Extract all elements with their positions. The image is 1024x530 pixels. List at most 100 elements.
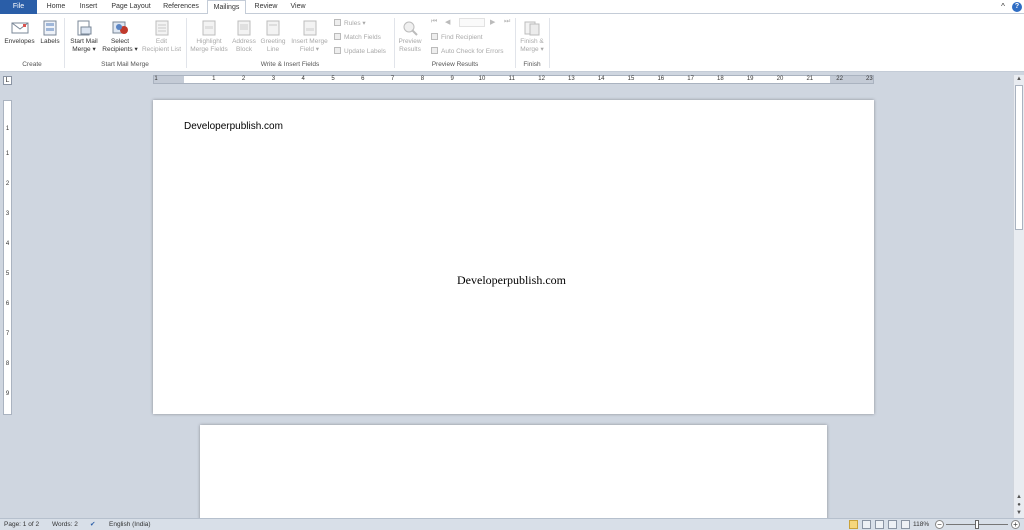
proofing-icon[interactable]: ✔ [90,519,95,530]
document-page-envelope[interactable]: Developerpublish.com Developerpublish.co… [153,100,874,414]
greeting-line-icon [266,20,280,36]
ruler-number: 6 [361,76,365,82]
horizontal-ruler[interactable]: 1 1 2 3 4 5 6 7 8 9 10 11 12 13 14 15 16 17 18 19 20 21 22 23 [153,75,874,84]
recipients-icon [112,21,128,34]
web-layout-icon[interactable] [875,520,884,529]
greeting-line-label-2: Line [266,46,280,53]
labels-button[interactable]: Labels [38,20,62,46]
zoom-out-icon[interactable]: − [935,520,944,529]
rules-button[interactable]: Rules ▾ [334,19,366,28]
document-page-2[interactable] [200,425,827,520]
tab-selector-icon[interactable]: L [3,76,12,85]
help-icon[interactable]: ? [1012,2,1022,12]
labels-icon [43,20,57,36]
envelopes-label: Envelopes [4,38,35,45]
full-screen-reading-icon[interactable] [862,520,871,529]
finish-merge-label-2: Merge [520,46,539,53]
address-block-label-2: Block [236,46,252,53]
ruler-number: 9 [5,391,10,397]
ruler-number: 18 [717,76,724,82]
finish-merge-button[interactable]: Finish & Merge ▾ [517,20,547,54]
ruler-number: 8 [5,361,10,367]
highlight-label-2: Merge Fields [190,46,228,53]
tab-home[interactable]: Home [41,0,71,14]
tab-view[interactable]: View [285,0,311,14]
ruler-number: 3 [5,211,10,217]
language-indicator[interactable]: English (India) [109,519,151,530]
highlight-label-1: Highlight [196,38,222,45]
outline-view-icon[interactable] [888,520,897,529]
first-record-icon[interactable]: ⏮ [431,18,437,26]
envelopes-button[interactable]: Envelopes [3,20,36,46]
ruler-number: 23 [866,76,873,82]
last-record-icon[interactable]: ⏭ [504,18,510,26]
update-labels-icon [334,47,341,54]
tab-mailings[interactable]: Mailings [207,0,246,15]
tab-references[interactable]: References [158,0,204,14]
return-address[interactable]: Developerpublish.com [184,121,283,132]
vertical-scrollbar[interactable]: ▲ ▲ ● ▼ [1013,75,1024,518]
select-recipients-label-1: Select [110,38,130,45]
tab-review[interactable]: Review [249,0,283,14]
group-divider [549,18,550,68]
ruler-number: 11 [508,76,515,82]
ruler-number: 19 [746,76,754,82]
tab-page-layout[interactable]: Page Layout [106,0,156,14]
ruler-number: 5 [331,76,335,82]
auto-check-errors-button[interactable]: Auto Check for Errors [431,47,504,56]
insert-merge-field-label-2: Field [299,46,314,53]
scroll-down-page-icon[interactable]: ▼ [1014,509,1024,517]
edit-recipient-list-button[interactable]: Edit Recipient List [139,20,184,54]
insert-merge-field-button[interactable]: Insert Merge Field ▾ [288,20,331,54]
match-fields-button[interactable]: Match Fields [334,33,381,42]
scroll-up-page-icon[interactable]: ▲ [1014,493,1024,501]
print-layout-view-icon[interactable] [849,520,858,529]
select-recipients-label-2: Recipients [102,46,133,53]
next-record-icon[interactable]: ▶ [490,18,495,26]
start-mail-merge-button[interactable]: Start Mail Merge ▾ [66,20,102,54]
preview-results-button[interactable]: Preview Results [396,20,424,54]
page-count[interactable]: Page: 1 of 2 [4,519,39,530]
record-navigator: ⏮ ◀ ▶ ⏭ [431,18,515,27]
previous-record-icon[interactable]: ◀ [445,18,450,26]
ruler-number: 5 [5,271,10,277]
tab-insert[interactable]: Insert [73,0,104,14]
rules-icon [334,19,341,26]
ruler-number: 16 [657,76,665,82]
highlight-merge-fields-button[interactable]: Highlight Merge Fields [188,20,230,54]
update-labels-button[interactable]: Update Labels [334,47,386,56]
group-divider [186,18,187,68]
word-count[interactable]: Words: 2 [52,519,78,530]
select-recipients-button[interactable]: Select Recipients ▾ [102,20,138,54]
ruler-number: 7 [390,76,395,82]
address-block-button[interactable]: Address Block [230,20,258,54]
zoom-in-icon[interactable]: + [1011,520,1020,529]
delivery-address[interactable]: Developerpublish.com [457,273,566,288]
ruler-number: 20 [776,76,784,82]
scroll-thumb[interactable] [1015,85,1023,230]
ruler-number: 8 [420,76,425,82]
ruler-number: 22 [836,76,843,82]
record-number-input[interactable] [459,18,485,27]
edit-recipient-label-2: Recipient List [141,46,182,53]
ruler-number: 2 [241,76,246,82]
ruler-number: 10 [478,76,486,82]
select-browse-object-icon[interactable]: ● [1014,501,1024,509]
find-recipient-button[interactable]: Find Recipient [431,33,483,42]
greeting-line-button[interactable]: Greeting Line [258,20,288,54]
vertical-ruler[interactable]: 1 1 2 3 4 5 6 7 8 9 [3,100,12,415]
tab-file[interactable]: File [0,0,37,14]
ruler-number: 2 [5,181,10,187]
address-block-label-1: Address [232,38,256,45]
ruler-number: 6 [5,301,10,307]
greeting-line-label-1: Greeting [260,38,286,45]
zoom-level[interactable]: 118% [913,519,929,530]
scroll-up-icon[interactable]: ▲ [1014,75,1024,83]
draft-view-icon[interactable] [901,520,910,529]
insert-field-icon [303,20,316,36]
status-bar: Page: 1 of 2 Words: 2 ✔ English (India) … [0,518,1024,530]
preview-icon [403,21,418,36]
zoom-slider-thumb[interactable] [975,520,979,529]
minimize-ribbon-icon[interactable]: ^ [998,2,1008,12]
ruler-number: 13 [568,76,575,82]
